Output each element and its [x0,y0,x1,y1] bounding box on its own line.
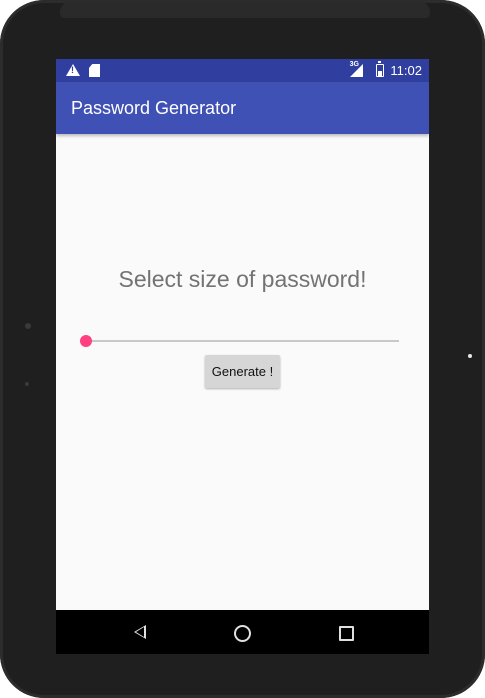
back-icon[interactable] [134,625,146,639]
indicator-light [468,354,472,358]
app-title: Password Generator [71,98,237,118]
warning-icon [66,64,80,76]
sd-card-icon [89,64,100,77]
battery-charging-icon [376,61,384,77]
generate-button[interactable]: Generate ! [205,355,280,388]
tablet-frame: 3G 11:02 Password Generator Select size … [0,0,485,698]
light-sensor [25,382,29,386]
network-3g-icon: 3G [349,61,359,68]
slider-thumb[interactable] [80,335,92,347]
app-bar: Password Generator [56,82,429,134]
home-icon[interactable] [234,625,251,642]
recents-icon[interactable] [339,626,354,641]
password-size-slider[interactable] [80,335,400,347]
size-prompt: Select size of password! [118,266,367,292]
status-time: 11:02 [390,63,422,78]
app-screen: 3G 11:02 Password Generator Select size … [56,59,429,654]
status-bar: 3G 11:02 [56,59,429,82]
device-top-bezel [60,2,430,18]
slider-track[interactable] [86,340,399,342]
front-camera [25,323,31,329]
navigation-bar [56,610,429,654]
